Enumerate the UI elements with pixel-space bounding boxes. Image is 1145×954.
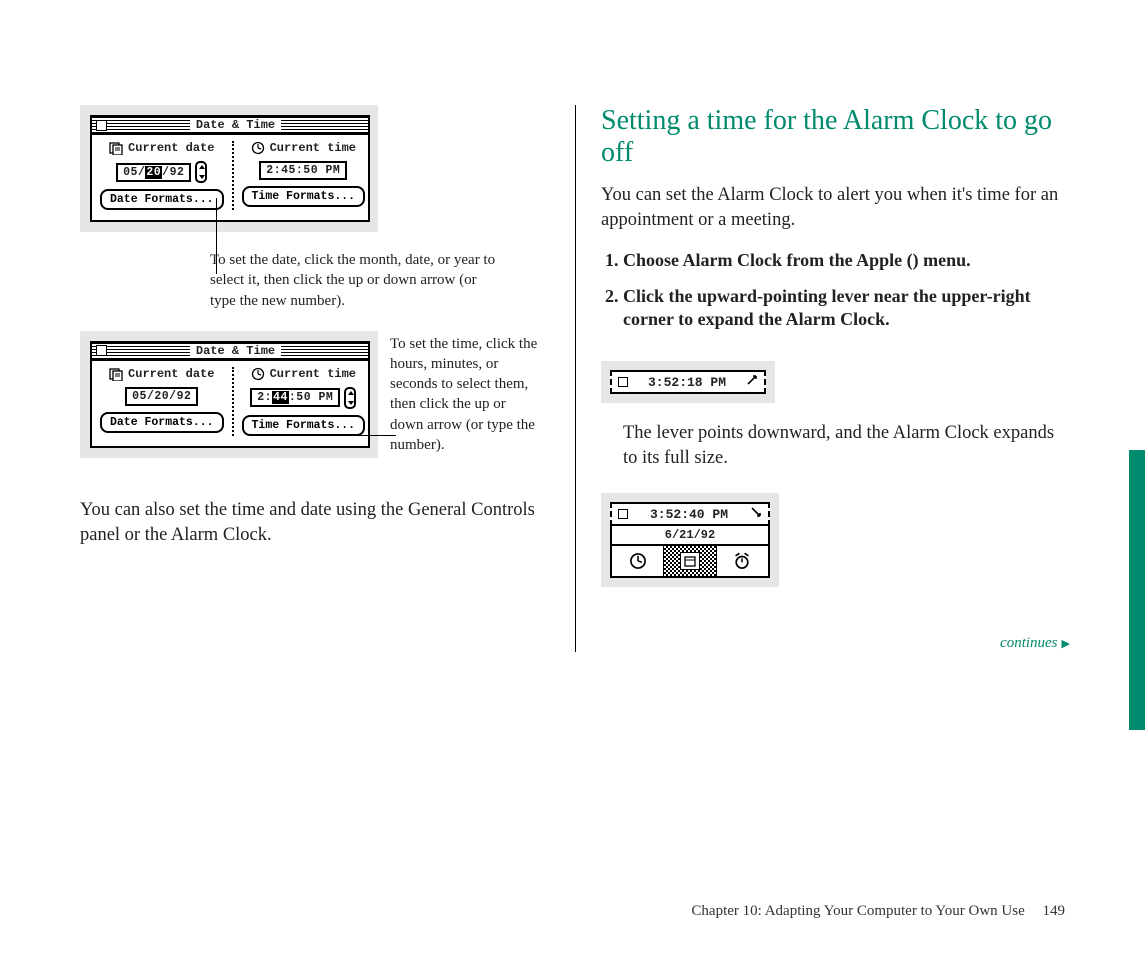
callout-set-date: To set the date, click the month, date, … (210, 250, 500, 311)
thumb-tab (1129, 450, 1145, 730)
figure-alarm-collapsed: 3:52:18 PM (601, 361, 775, 403)
chapter-label: Chapter 10: Adapting Your Computer to Yo… (691, 903, 1024, 919)
section-heading: Setting a time for the Alarm Clock to go… (601, 105, 1070, 169)
alarm-time-collapsed: 3:52:18 PM (648, 375, 726, 390)
alarm-tab-clock[interactable] (612, 546, 663, 576)
clock-icon (251, 367, 265, 381)
calendar-icon (109, 367, 123, 381)
time-field[interactable]: 2:44:50 PM (250, 388, 340, 407)
intro-paragraph: You can set the Alarm Clock to alert you… (601, 183, 1070, 233)
time-formats-button[interactable]: Time Formats... (242, 415, 366, 436)
lever-down-icon[interactable] (750, 506, 762, 522)
callout-leader-line (358, 435, 396, 436)
step-1: Choose Alarm Clock from the Apple () men… (623, 249, 1070, 272)
triangle-right-icon: ▶ (1062, 638, 1070, 650)
clock-icon (251, 141, 265, 155)
current-date-label: Current date (128, 367, 214, 381)
current-time-label: Current time (270, 141, 356, 155)
window-title: Date & Time (190, 344, 281, 358)
time-formats-button[interactable]: Time Formats... (242, 186, 366, 207)
body-paragraph: You can also set the time and date using… (80, 498, 550, 548)
figure-date-time-1: Date & Time Current date 05/20/92 (80, 105, 378, 232)
callout-leader-line (216, 198, 217, 274)
alarm-close-box-icon[interactable] (618, 377, 628, 387)
time-stepper[interactable] (344, 387, 356, 409)
date-field[interactable]: 05/20/92 (125, 387, 198, 406)
current-date-label: Current date (128, 141, 214, 155)
alarm-close-box-icon[interactable] (618, 509, 628, 519)
close-box-icon[interactable] (96, 120, 107, 131)
window-title: Date & Time (190, 118, 281, 132)
date-formats-button[interactable]: Date Formats... (100, 189, 224, 210)
close-box-icon[interactable] (96, 345, 107, 356)
figure-alarm-expanded: 3:52:40 PM 6/21/92 (601, 493, 779, 587)
figure-date-time-2: Date & Time Current date 05/20/92 (80, 331, 378, 458)
after-step-paragraph: The lever points downward, and the Alarm… (623, 421, 1070, 471)
page-footer: Chapter 10: Adapting Your Computer to Yo… (691, 903, 1065, 920)
window-titlebar: Date & Time (92, 117, 368, 135)
alarm-date: 6/21/92 (612, 526, 768, 546)
continues-indicator: continues▶ (601, 635, 1070, 652)
date-formats-button[interactable]: Date Formats... (100, 412, 224, 433)
page-number: 149 (1043, 903, 1066, 919)
time-field[interactable]: 2:45:50 PM (259, 161, 347, 180)
current-time-label: Current time (270, 367, 356, 381)
step-2: Click the upward-pointing lever near the… (623, 285, 1070, 332)
alarm-time-expanded: 3:52:40 PM (650, 507, 728, 522)
lever-up-icon[interactable] (746, 374, 758, 390)
alarm-tab-alarm[interactable] (716, 546, 768, 576)
alarm-tab-calendar[interactable] (663, 546, 715, 576)
date-field[interactable]: 05/20/92 (116, 163, 191, 182)
callout-set-time: To set the time, click the hours, minute… (390, 334, 540, 456)
window-titlebar: Date & Time (92, 343, 368, 361)
calendar-icon (109, 141, 123, 155)
date-stepper[interactable] (195, 161, 207, 183)
